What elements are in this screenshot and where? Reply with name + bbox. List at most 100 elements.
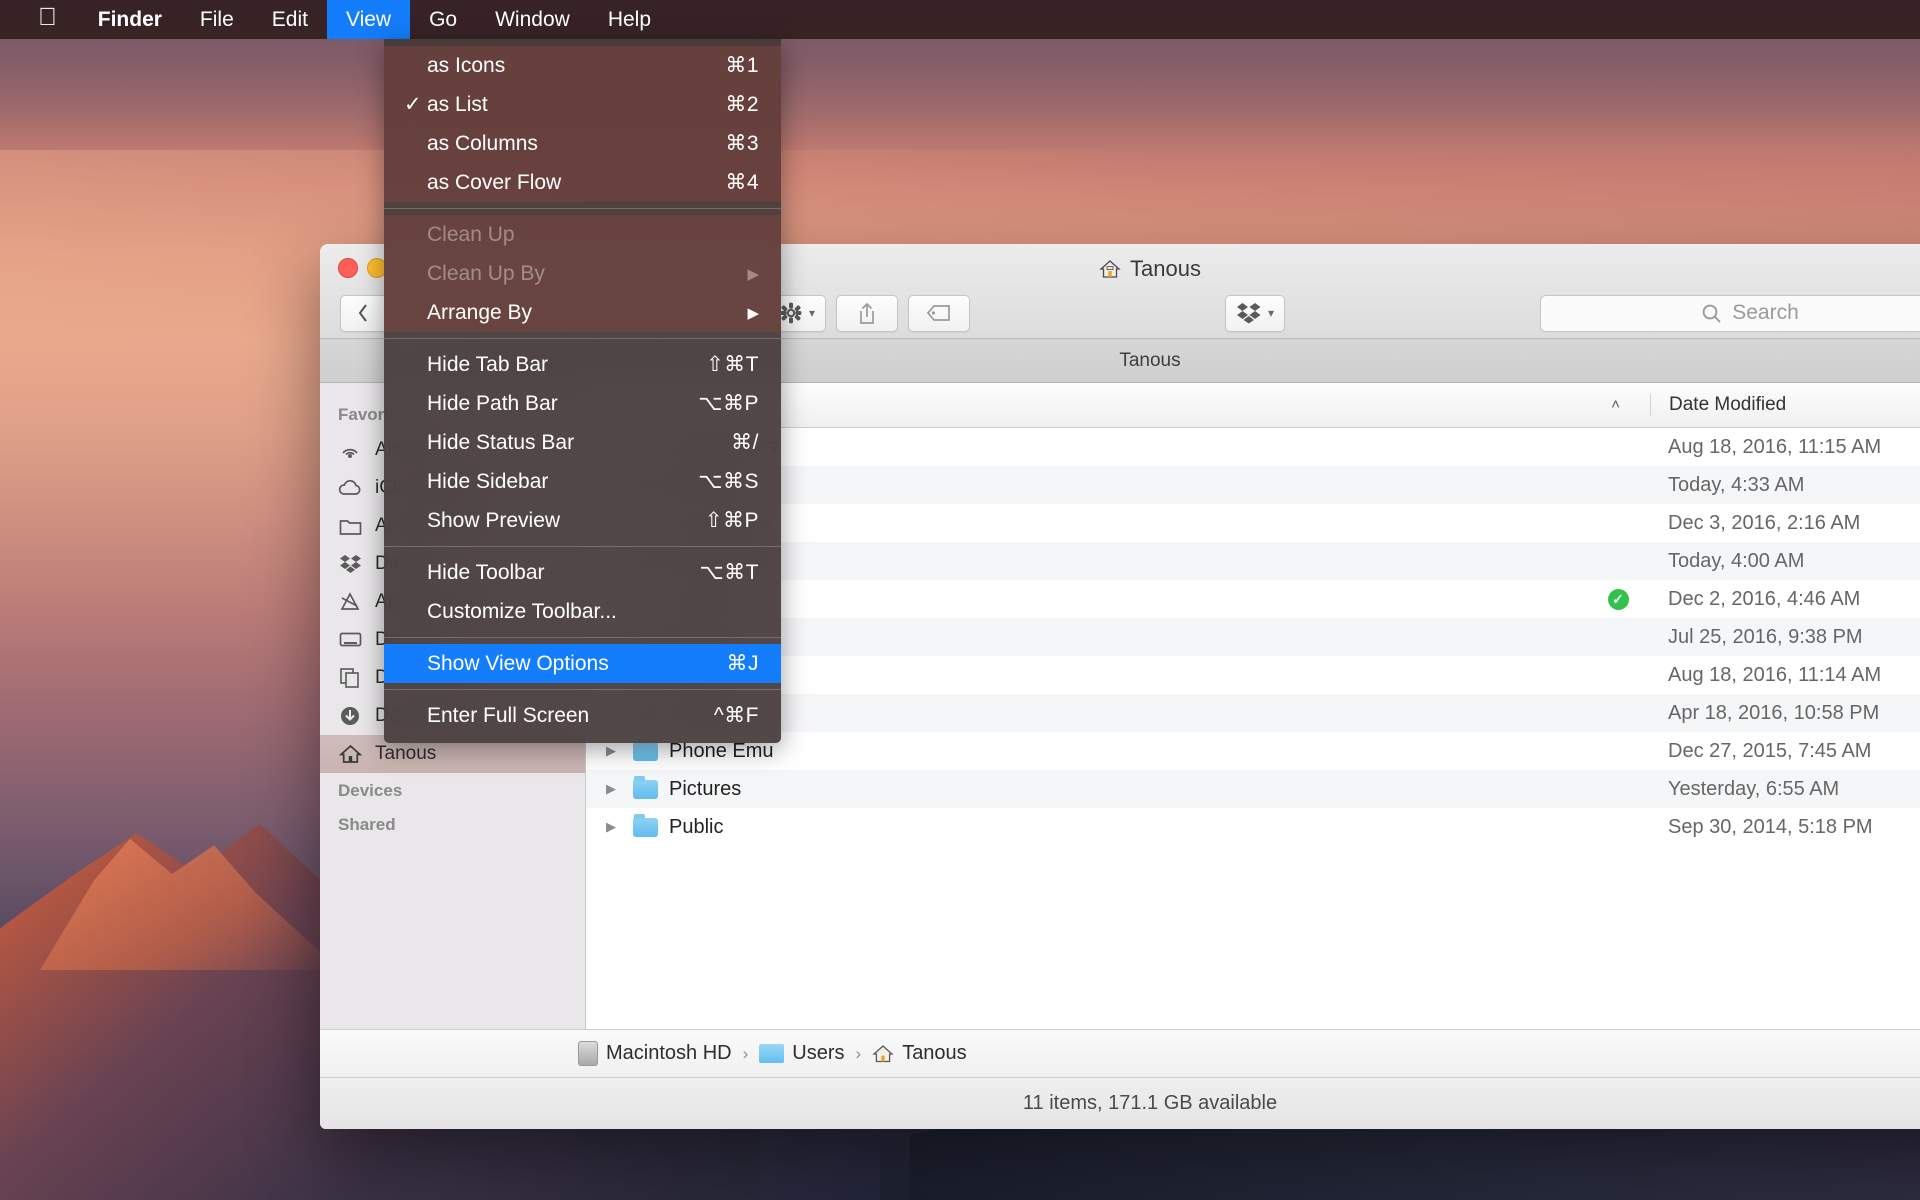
- menu-separator: [384, 208, 781, 209]
- menu-item-as-columns[interactable]: as Columns ⌘3: [384, 124, 781, 163]
- menubar-item-file[interactable]: File: [181, 0, 253, 39]
- file-name-label: Public: [669, 815, 724, 838]
- menu-item-shortcut: ⌘2: [725, 93, 759, 116]
- table-row[interactable]: ▶ Public Sep 30, 2014, 5:18 PM: [586, 808, 1920, 846]
- sidebar-section-devices: Devices: [338, 781, 403, 800]
- table-row[interactable]: ▶DesktopToday, 4:33 AM: [586, 466, 1920, 504]
- icloud-icon: [338, 476, 362, 500]
- file-name-label: Pictures: [669, 777, 742, 800]
- menu-item-clean-up-by: Clean Up By ▶: [384, 254, 781, 293]
- tab-tanous[interactable]: Tanous: [1119, 350, 1180, 372]
- date-modified-cell: Dec 2, 2016, 4:46 AM: [1668, 587, 1861, 610]
- menu-item-label: Arrange By: [427, 300, 533, 324]
- breadcrumb-item-tanous[interactable]: Tanous: [872, 1042, 967, 1065]
- date-modified-cell: Yesterday, 6:55 AM: [1668, 777, 1840, 800]
- column-headers: Name ˄ Date Modified: [586, 383, 1920, 428]
- submenu-arrow-icon: ▶: [747, 304, 759, 322]
- menubar-item-view[interactable]: View: [326, 0, 411, 39]
- path-separator-icon: ›: [855, 1043, 862, 1063]
- menubar-item-help[interactable]: Help: [589, 0, 670, 39]
- table-row[interactable]: ▶MusicAug 18, 2016, 11:14 AM: [586, 656, 1920, 694]
- menubar-item-edit[interactable]: Edit: [253, 0, 327, 39]
- menu-item-arrange-by[interactable]: Arrange By ▶: [384, 293, 781, 332]
- table-row[interactable]: ▶ Pictures Yesterday, 6:55 AM: [586, 770, 1920, 808]
- menu-item-as-icons[interactable]: as Icons ⌘1: [384, 46, 781, 85]
- home-icon: [872, 1043, 894, 1064]
- sort-indicator-icon: ˄: [1611, 396, 1620, 413]
- finder-file-list: Name ˄ Date Modified ▶ApplicationsAug 18…: [586, 383, 1920, 1029]
- status-text: 11 items, 171.1 GB available: [1022, 1092, 1278, 1114]
- finder-status-bar: 11 items, 171.1 GB available: [320, 1077, 1920, 1129]
- menu-item-show-view-options[interactable]: Show View Options ⌘J: [384, 644, 781, 683]
- menu-item-shortcut: ⌘J: [726, 652, 759, 675]
- menu-item-shortcut: ⇧⌘P: [704, 509, 759, 532]
- view-menu-group: Clean Up Clean Up By ▶ Arrange By ▶: [384, 215, 781, 332]
- menu-item-hide-path-bar[interactable]: Hide Path Bar ⌥⌘P: [384, 384, 781, 423]
- breadcrumb-item-macintosh-hd[interactable]: Macintosh HD: [578, 1041, 732, 1066]
- documents-icon: [338, 666, 362, 690]
- breadcrumb-label: Users: [792, 1042, 845, 1064]
- menu-item-hide-status-bar[interactable]: Hide Status Bar ⌘/: [384, 423, 781, 462]
- folder-icon: [633, 813, 658, 837]
- folder-icon: [633, 775, 658, 799]
- applications-icon: [338, 590, 362, 614]
- column-header-date-modified[interactable]: Date Modified: [1650, 394, 1920, 416]
- menu-item-shortcut: ⌥⌘S: [698, 470, 759, 493]
- disclosure-triangle-icon[interactable]: ▶: [606, 743, 622, 759]
- date-modified-cell: Sep 30, 2014, 5:18 PM: [1668, 815, 1873, 838]
- menubar-item-go[interactable]: Go: [410, 0, 476, 39]
- folder-icon: [633, 737, 658, 761]
- sync-complete-icon: ✓: [1607, 588, 1629, 610]
- breadcrumb-item-users[interactable]: Users: [759, 1042, 845, 1065]
- menu-item-label: as List: [427, 92, 488, 116]
- menu-item-customize-toolbar[interactable]: Customize Toolbar...: [384, 592, 781, 631]
- dropbox-icon: [338, 552, 362, 576]
- date-modified-cell: Jul 25, 2016, 9:38 PM: [1668, 625, 1863, 648]
- back-button[interactable]: [340, 294, 386, 332]
- disclosure-triangle-icon[interactable]: ▶: [606, 781, 622, 797]
- menu-item-hide-sidebar[interactable]: Hide Sidebar ⌥⌘S: [384, 462, 781, 501]
- folder-icon: [338, 514, 362, 538]
- view-menu-dropdown: as Icons ⌘1 ✓ as List ⌘2 as Columns ⌘3 as Cover…: [384, 39, 781, 743]
- table-row[interactable]: ▶Dropbox✓Dec 2, 2016, 4:46 AM: [586, 580, 1920, 618]
- breadcrumb-label: Macintosh HD: [606, 1042, 732, 1064]
- menu-item-label: as Icons: [427, 53, 506, 77]
- table-row[interactable]: ▶DownloadsToday, 4:00 AM: [586, 542, 1920, 580]
- table-row[interactable]: ▶ApplicationsAug 18, 2016, 11:15 AM: [586, 428, 1920, 466]
- menubar-item-window[interactable]: Window: [476, 0, 589, 39]
- menu-item-enter-full-screen[interactable]: Enter Full Screen ^⌘F: [384, 696, 781, 735]
- table-row[interactable]: ▶OneDriveApr 18, 2016, 10:58 PM: [586, 694, 1920, 732]
- menu-item-label: Show View Options: [427, 651, 609, 675]
- table-row[interactable]: ▶MoviesJul 25, 2016, 9:38 PM: [586, 618, 1920, 656]
- view-menu-group: Show View Options ⌘J: [384, 644, 781, 683]
- table-row[interactable]: ▶ Phone Emu Dec 27, 2015, 7:45 AM: [586, 732, 1920, 770]
- menu-item-as-cover-flow[interactable]: as Cover Flow ⌘4: [384, 163, 781, 202]
- search-input[interactable]: Search: [1540, 294, 1920, 332]
- apple-logo-icon[interactable]: : [0, 0, 79, 39]
- menu-item-as-list[interactable]: ✓ as List ⌘2: [384, 85, 781, 124]
- menu-item-hide-tab-bar[interactable]: Hide Tab Bar ⇧⌘T: [384, 345, 781, 384]
- menu-item-hide-toolbar[interactable]: Hide Toolbar ⌥⌘T: [384, 553, 781, 592]
- menu-separator: [384, 637, 781, 638]
- menu-separator: [384, 546, 781, 547]
- date-modified-cell: Apr 18, 2016, 10:58 PM: [1668, 701, 1880, 724]
- sidebar-section-shared: Shared: [338, 815, 396, 834]
- menu-item-shortcut: ⌘4: [725, 171, 759, 194]
- date-modified-cell: Today, 4:33 AM: [1668, 473, 1805, 496]
- menubar-item-finder[interactable]: Finder: [79, 0, 181, 39]
- table-row[interactable]: ▶DocumentsDec 3, 2016, 2:16 AM: [586, 504, 1920, 542]
- menu-item-show-preview[interactable]: Show Preview ⇧⌘P: [384, 501, 781, 540]
- menu-item-label: Hide Toolbar: [427, 560, 545, 584]
- sync-status-cell: ✓: [1586, 588, 1650, 610]
- menu-item-label: Customize Toolbar...: [427, 599, 617, 623]
- menu-item-label: as Cover Flow: [427, 170, 562, 194]
- airdrop-icon: [338, 438, 362, 462]
- sidebar-item-label: Tanous: [375, 743, 437, 764]
- share-button[interactable]: [836, 294, 899, 332]
- menu-item-label: Hide Path Bar: [427, 391, 558, 415]
- window-title-text: Tanous: [1130, 256, 1201, 281]
- tags-button[interactable]: [908, 294, 971, 332]
- disclosure-triangle-icon[interactable]: ▶: [606, 819, 622, 835]
- menu-item-shortcut: ⌥⌘T: [699, 561, 759, 584]
- dropbox-button[interactable]: ▾: [1225, 294, 1286, 332]
